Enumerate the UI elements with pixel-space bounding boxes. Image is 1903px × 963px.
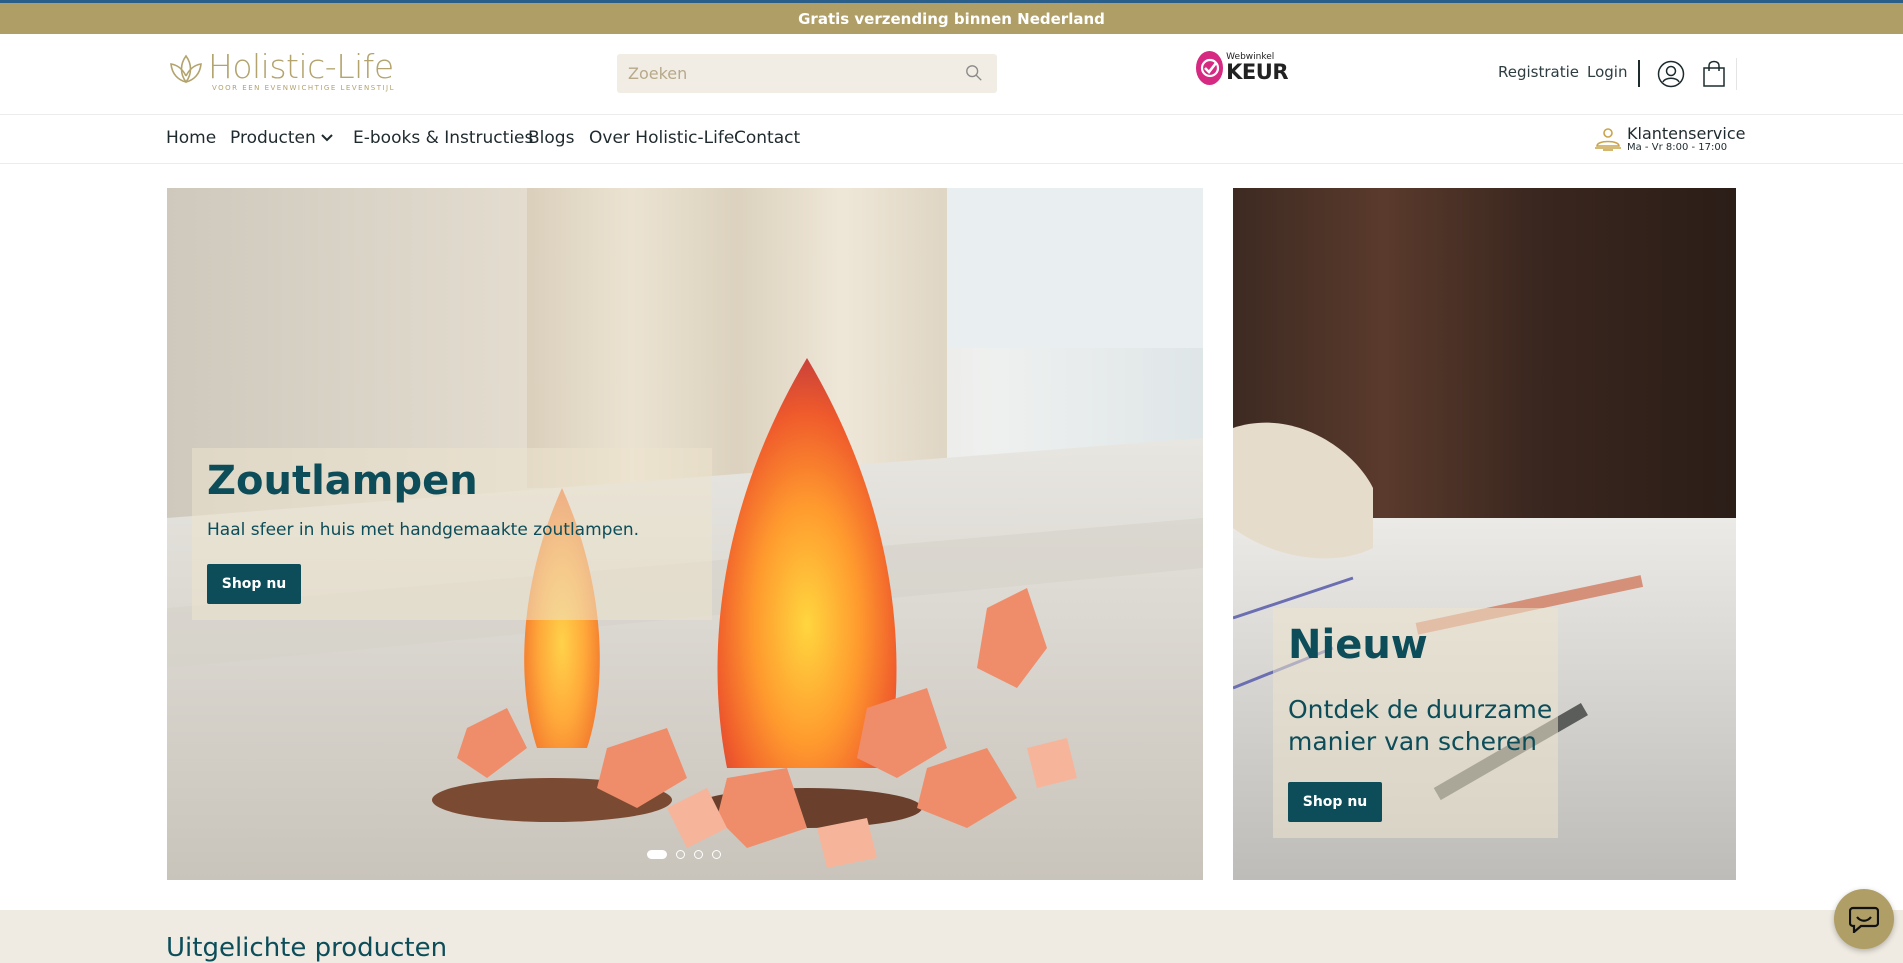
nav-item-contact[interactable]: Contact: [734, 128, 800, 148]
search-input[interactable]: [617, 64, 947, 83]
keur-check-icon: [1196, 51, 1224, 85]
shop-now-button[interactable]: Shop nu: [207, 564, 301, 604]
nav-item-label: E-books & Instructies: [353, 128, 534, 148]
shop-now-button[interactable]: Shop nu: [1288, 782, 1382, 822]
hero-slider[interactable]: Zoutlampen Haal sfeer in huis met handge…: [167, 188, 1203, 880]
promo-title: Nieuw: [1288, 622, 1428, 668]
header-divider: [1638, 60, 1640, 87]
chat-bubble-icon: [1849, 906, 1879, 933]
logo-tagline: VOOR EEN EVENWICHTIGE LEVENSTIJL: [212, 84, 396, 92]
promo-box-main: Zoutlampen Haal sfeer in huis met handge…: [192, 448, 712, 620]
promo-title: Zoutlampen: [207, 458, 478, 504]
nav-item-label: Producten: [230, 128, 316, 148]
slider-dot-1[interactable]: [647, 850, 667, 859]
announcement-bar: Gratis verzending binnen Nederland: [0, 3, 1903, 34]
featured-products-section: Uitgelichte producten: [0, 910, 1903, 963]
promo-subtitle: Ontdek de duurzame manier van scheren: [1288, 694, 1552, 758]
chat-button[interactable]: [1834, 889, 1894, 949]
login-link[interactable]: Login: [1587, 63, 1627, 81]
slider-dot-2[interactable]: [676, 850, 685, 859]
promo-subtitle: Haal sfeer in huis met handgemaakte zout…: [207, 520, 640, 540]
nav-item-over[interactable]: Over Holistic-Life: [589, 128, 734, 148]
nav-item-blogs[interactable]: Blogs: [528, 128, 574, 148]
service-hours: Ma - Vr 8:00 - 17:00: [1627, 141, 1728, 153]
site-logo[interactable]: Holistic-Life VOOR EEN EVENWICHTIGE LEVE…: [166, 50, 416, 100]
announcement-text: Gratis verzending binnen Nederland: [798, 9, 1105, 28]
search-icon[interactable]: [965, 64, 983, 82]
shopping-bag-icon[interactable]: [1702, 60, 1726, 88]
site-header: Holistic-Life VOOR EEN EVENWICHTIGE LEVE…: [0, 34, 1903, 115]
promo-subtitle-line-2: manier van scheren: [1288, 727, 1537, 756]
slider-dots: [647, 850, 730, 859]
promo-box-side: Nieuw Ontdek de duurzame manier van sche…: [1273, 608, 1558, 838]
customer-service-icon: [1595, 128, 1621, 151]
hero-side-banner[interactable]: Nieuw Ontdek de duurzame manier van sche…: [1233, 188, 1736, 880]
logo-name: Holistic-Life: [208, 47, 394, 86]
user-account-icon[interactable]: [1657, 60, 1685, 88]
chevron-down-icon: [321, 134, 333, 142]
promo-subtitle-line-1: Ontdek de duurzame: [1288, 695, 1553, 724]
nav-item-ebooks[interactable]: E-books & Instructies: [353, 128, 533, 148]
customer-service[interactable]: Klantenservice Ma - Vr 8:00 - 17:00: [1593, 121, 1745, 157]
slider-dot-4[interactable]: [712, 850, 721, 859]
nav-item-label: Contact: [734, 128, 801, 148]
service-title: Klantenservice: [1627, 123, 1746, 143]
nav-item-label: Over Holistic-Life: [589, 128, 735, 148]
slider-dot-3[interactable]: [694, 850, 703, 859]
nav-item-home[interactable]: Home: [166, 128, 216, 148]
search-box: [617, 54, 997, 93]
nav-item-label: Home: [166, 128, 217, 148]
register-link[interactable]: Registratie: [1498, 63, 1579, 81]
nav-item-producten[interactable]: Producten: [230, 128, 333, 148]
keur-label-big: KEUR: [1226, 60, 1288, 84]
main-nav: Home Producten E-books & Instructies Blo…: [0, 115, 1903, 164]
featured-heading: Uitgelichte producten: [166, 933, 448, 963]
webwinkel-keur-badge[interactable]: Webwinkel KEUR: [1196, 50, 1288, 86]
lotus-logo-icon: [170, 54, 202, 84]
nav-item-label: Blogs: [528, 128, 575, 148]
